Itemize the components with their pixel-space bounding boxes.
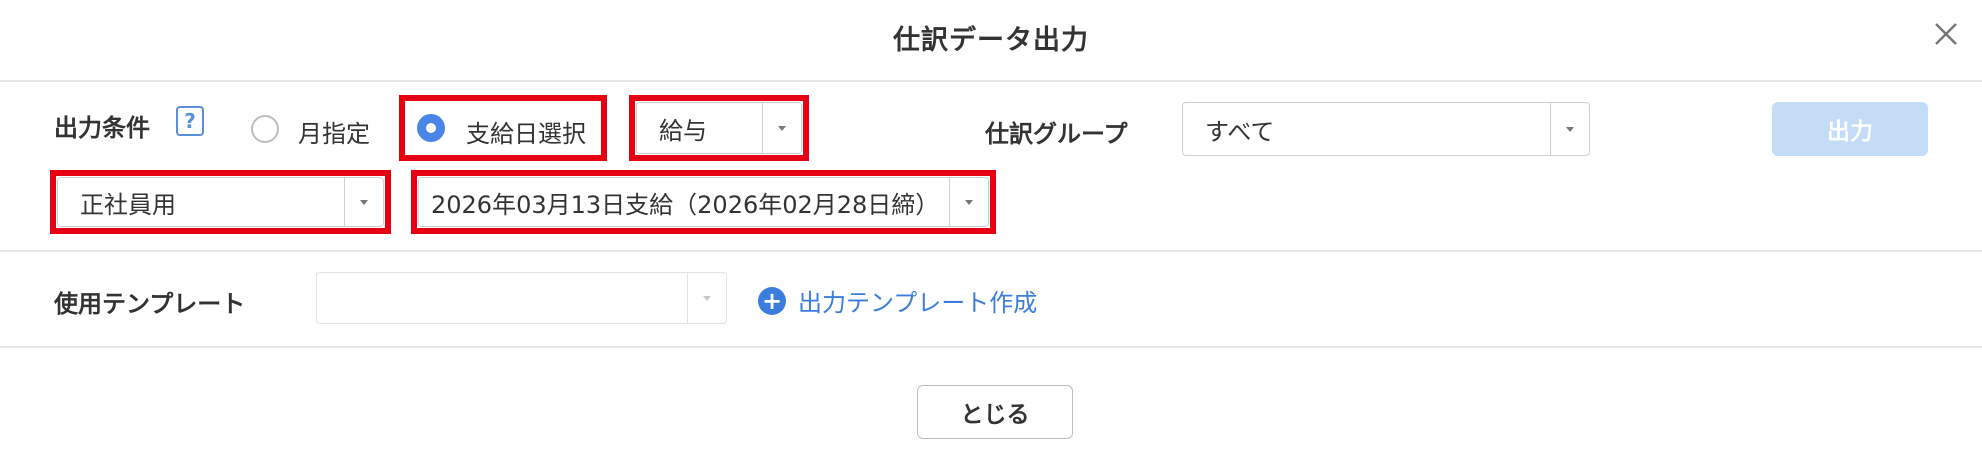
header-divider: [0, 80, 1982, 82]
create-template-label: 出力テンプレート作成: [798, 289, 1038, 317]
radio-month-label[interactable]: 月指定: [298, 114, 370, 149]
plus-circle-icon: +: [758, 286, 786, 315]
output-button[interactable]: 出力: [1772, 102, 1928, 156]
footer-divider: [0, 346, 1982, 348]
pay-type-value: 給与: [659, 116, 707, 145]
close-button[interactable]: とじる: [917, 385, 1073, 439]
output-conditions-label: 出力条件: [54, 114, 150, 142]
template-label: 使用テンプレート: [54, 290, 246, 318]
chevron-down-icon: [1550, 103, 1589, 155]
journal-group-label: 仕訳グループ: [985, 120, 1128, 148]
journal-group-select[interactable]: すべて: [1182, 102, 1590, 156]
chevron-down-icon: [949, 178, 988, 226]
pay-date-select[interactable]: 2026年03月13日支給（2026年02月28日締）: [418, 177, 989, 227]
template-select[interactable]: [316, 272, 727, 324]
journal-group-value: すべて: [1205, 117, 1275, 146]
chevron-down-icon: [687, 273, 726, 323]
chevron-down-icon: [344, 178, 383, 226]
create-template-link[interactable]: + 出力テンプレート作成: [758, 283, 1037, 318]
radio-payday[interactable]: [417, 114, 445, 142]
employee-group-select[interactable]: 正社員用: [57, 177, 384, 227]
dialog-title: 仕訳データ出力: [893, 25, 1089, 56]
chevron-down-icon: [762, 103, 801, 153]
pay-date-value: 2026年03月13日支給（2026年02月28日締）: [431, 190, 940, 219]
close-icon[interactable]: [1928, 16, 1964, 52]
section-divider: [0, 250, 1982, 252]
help-icon[interactable]: ?: [176, 106, 204, 136]
radio-month[interactable]: [251, 115, 279, 143]
employee-group-value: 正社員用: [80, 190, 176, 219]
pay-type-select[interactable]: 給与: [636, 102, 802, 154]
radio-payday-label[interactable]: 支給日選択: [466, 114, 586, 149]
